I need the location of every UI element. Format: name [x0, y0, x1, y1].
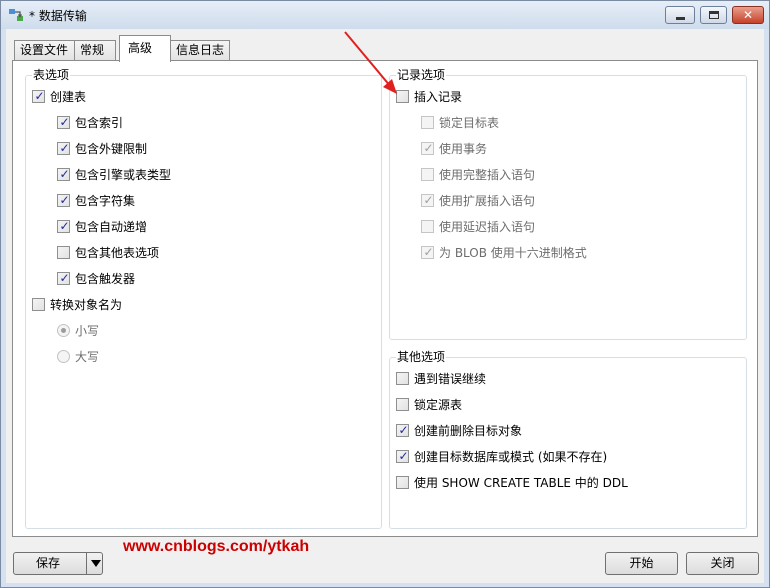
table-options-group: 表选项 ✓ 创建表 ✓ 包含索引 ✓ 包含外键限制 ✓ 包含引擎或表类型 ✓ 包…	[25, 68, 382, 529]
checkbox-label: 包含字符集	[75, 194, 136, 208]
close-button[interactable]: 关闭	[686, 552, 759, 575]
dropdown-arrow-icon	[91, 560, 101, 567]
checkbox-label: 创建目标数据库或模式 (如果不存在)	[414, 450, 608, 464]
checkbox-label: 遇到错误继续	[414, 372, 487, 386]
check-icon: ✓	[423, 245, 434, 259]
check-icon: ✓	[59, 193, 70, 207]
record-options-title: 记录选项	[396, 68, 447, 82]
minimize-button[interactable]	[665, 6, 695, 24]
checkbox-box[interactable]: ✓	[57, 219, 70, 233]
tab-message-log[interactable]: 信息日志	[170, 40, 230, 61]
checkbox-box[interactable]	[421, 116, 434, 129]
checkbox-box[interactable]: ✓	[32, 89, 45, 103]
tab-general[interactable]: 常规	[74, 40, 116, 61]
checkbox-box[interactable]: ✓	[57, 271, 70, 285]
tab-profile[interactable]: 设置文件	[14, 40, 75, 61]
checkbox-label: 包含其他表选项	[75, 246, 160, 260]
maximize-icon	[709, 11, 719, 19]
checkbox-label: 包含外键限制	[75, 142, 148, 156]
annotation-arrow	[344, 31, 397, 94]
checkbox-box[interactable]: ✓	[421, 245, 434, 259]
record-options-group: 记录选项 插入记录 锁定目标表 ✓ 使用事务 使用完整插入语句 ✓ 使用扩展插入…	[389, 68, 747, 340]
check-icon: ✓	[423, 141, 434, 155]
check-icon: ✓	[423, 193, 434, 207]
checkbox-label: 包含索引	[75, 116, 124, 130]
client-area: 设置文件 常规 高级 信息日志 表选项 ✓ 创建表 ✓ 包含索引 ✓ 包含外键限…	[6, 29, 764, 583]
checkbox-label: 包含引擎或表类型	[75, 168, 172, 182]
checkbox-label: 创建前删除目标对象	[414, 424, 523, 438]
check-icon: ✓	[398, 449, 409, 463]
checkbox-label: 转换对象名为	[50, 298, 123, 312]
checkbox-box[interactable]: ✓	[396, 423, 409, 437]
check-icon: ✓	[59, 141, 70, 155]
checkbox-label: 锁定目标表	[439, 116, 500, 130]
data-transfer-icon	[9, 9, 23, 21]
checkbox-label: 使用事务	[439, 142, 488, 156]
save-dropdown-button[interactable]	[86, 553, 104, 574]
checkbox-box[interactable]: ✓	[421, 141, 434, 155]
checkbox-label: 插入记录	[414, 90, 463, 104]
check-icon: ✓	[34, 89, 45, 103]
checkbox-box[interactable]	[396, 372, 409, 385]
checkbox-label: 为 BLOB 使用十六进制格式	[439, 246, 587, 260]
checkbox-box[interactable]	[396, 476, 409, 489]
check-icon: ✓	[59, 219, 70, 233]
radio-dot	[61, 328, 66, 333]
radio-circle[interactable]	[57, 324, 70, 337]
checkbox-label: 创建表	[50, 90, 87, 104]
check-icon: ✓	[398, 423, 409, 437]
close-window-button[interactable]: ✕	[732, 6, 764, 24]
check-icon: ✓	[59, 115, 70, 129]
radio-circle[interactable]	[57, 350, 70, 363]
checkbox-box[interactable]	[421, 168, 434, 181]
maximize-button[interactable]	[700, 6, 727, 24]
checkbox-label: 包含触发器	[75, 272, 136, 286]
close-icon: ✕	[742, 8, 754, 22]
tab-advanced[interactable]: 高级	[119, 35, 171, 62]
checkbox-label: 锁定源表	[414, 398, 463, 412]
check-icon: ✓	[59, 167, 70, 181]
save-button[interactable]: 保存	[13, 552, 103, 575]
save-button-label: 保存	[36, 556, 61, 570]
minimize-icon	[676, 17, 685, 20]
checkbox-label: 使用扩展插入语句	[439, 194, 536, 208]
checkbox-box[interactable]: ✓	[396, 449, 409, 463]
checkbox-label: 使用 SHOW CREATE TABLE 中的 DDL	[414, 476, 628, 490]
checkbox-box[interactable]	[421, 220, 434, 233]
checkbox-box[interactable]: ✓	[57, 167, 70, 181]
checkbox-label: 包含自动递增	[75, 220, 148, 234]
advanced-tab-panel: 表选项 ✓ 创建表 ✓ 包含索引 ✓ 包含外键限制 ✓ 包含引擎或表类型 ✓ 包…	[12, 60, 758, 555]
start-button[interactable]: 开始	[605, 552, 678, 575]
data-transfer-window: * 数据传输 ✕ 设置文件 常规 高级 信息日志 表选项 ✓ 创建表 ✓ 包含索…	[0, 0, 770, 588]
title-bar[interactable]: * 数据传输 ✕	[1, 1, 769, 29]
checkbox-box[interactable]	[57, 246, 70, 259]
checkbox-box[interactable]: ✓	[57, 193, 70, 207]
checkbox-label: 使用完整插入语句	[439, 168, 536, 182]
checkbox-box[interactable]	[396, 398, 409, 411]
window-title: * 数据传输	[29, 9, 87, 23]
radio-label: 大写	[75, 350, 100, 364]
other-options-group: 其他选项 遇到错误继续 锁定源表 ✓ 创建前删除目标对象 ✓ 创建目标数据库或模…	[389, 350, 747, 529]
table-options-title: 表选项	[32, 68, 71, 82]
checkbox-box[interactable]: ✓	[57, 115, 70, 129]
watermark-text: www.cnblogs.com/ytkah	[123, 538, 310, 555]
check-icon: ✓	[59, 271, 70, 285]
radio-label: 小写	[75, 324, 100, 338]
other-options-title: 其他选项	[396, 350, 447, 364]
checkbox-box[interactable]: ✓	[57, 141, 70, 155]
checkbox-box[interactable]: ✓	[421, 193, 434, 207]
checkbox-box[interactable]	[32, 298, 45, 311]
checkbox-label: 使用延迟插入语句	[439, 220, 536, 234]
